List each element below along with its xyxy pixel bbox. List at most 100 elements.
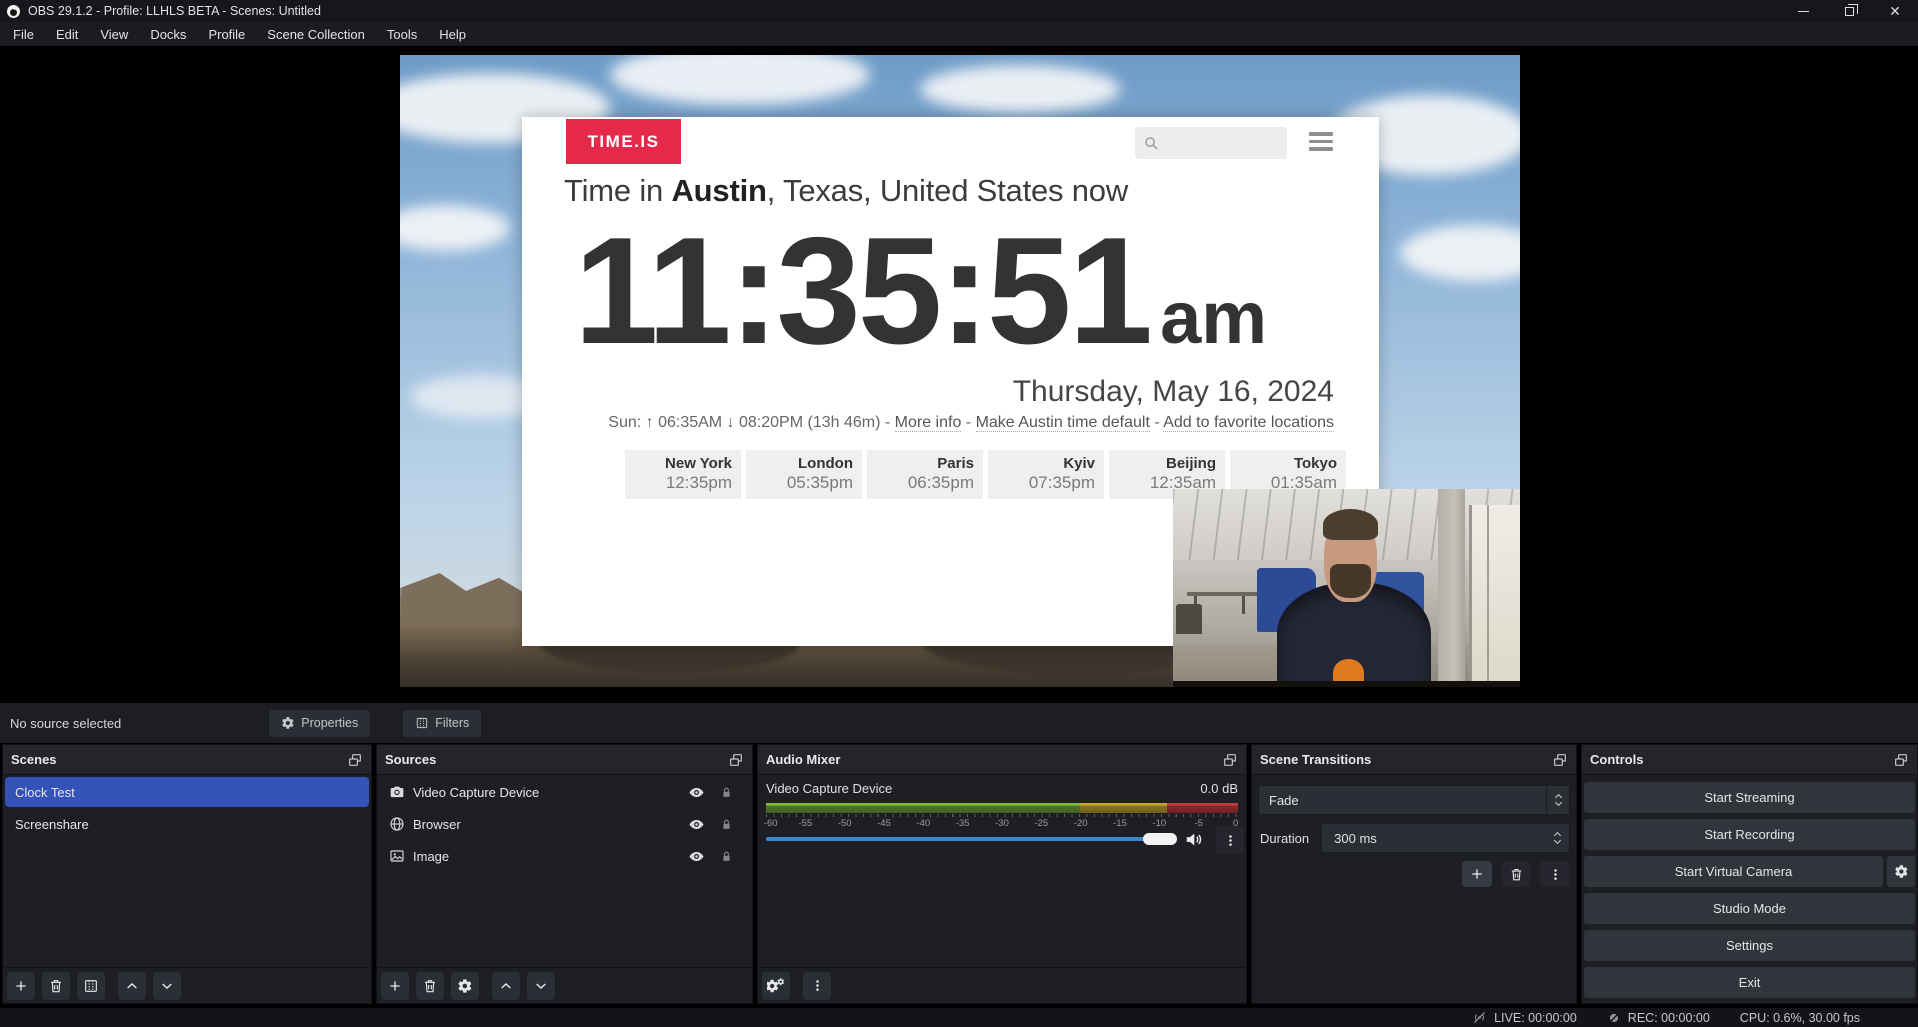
move-scene-up-button[interactable] xyxy=(118,972,146,1000)
transition-select[interactable]: Fade xyxy=(1258,785,1570,815)
hamburger-menu-icon[interactable] xyxy=(1309,132,1333,151)
popout-icon[interactable] xyxy=(728,752,744,768)
lock-icon[interactable] xyxy=(719,817,734,832)
duration-spinner[interactable] xyxy=(1546,824,1569,852)
start-streaming-button[interactable]: Start Streaming xyxy=(1584,782,1915,813)
move-scene-down-button[interactable] xyxy=(153,972,181,1000)
source-properties-button[interactable] xyxy=(451,972,479,1000)
visibility-eye-icon[interactable] xyxy=(688,784,705,801)
make-default-link[interactable]: Make Austin time default xyxy=(976,414,1150,432)
start-recording-button[interactable]: Start Recording xyxy=(1584,819,1915,850)
city-tile-new-york[interactable]: New York12:35pm xyxy=(625,450,741,499)
city-tile-paris[interactable]: Paris06:35pm xyxy=(867,450,983,499)
popout-icon[interactable] xyxy=(1222,752,1238,768)
volume-slider-track[interactable] xyxy=(766,837,1156,841)
properties-button[interactable]: Properties xyxy=(269,710,370,737)
city-tile-london[interactable]: London05:35pm xyxy=(746,450,862,499)
preview-area: TIME.IS Time in Austin, Texas, United St… xyxy=(0,46,1918,703)
popout-icon[interactable] xyxy=(1893,752,1909,768)
add-scene-button[interactable] xyxy=(7,972,35,1000)
chevron-up-icon xyxy=(1552,830,1563,838)
menu-bar: File Edit View Docks Profile Scene Colle… xyxy=(0,22,1918,46)
city-name: Austin xyxy=(672,173,767,208)
gear-icon xyxy=(281,716,295,730)
scene-item-screenshare[interactable]: Screenshare xyxy=(5,809,369,839)
volume-meter xyxy=(766,803,1238,813)
selection-status: No source selected xyxy=(10,716,121,731)
studio-mode-button[interactable]: Studio Mode xyxy=(1584,893,1915,924)
chevron-up-icon xyxy=(498,978,514,994)
double-gear-icon xyxy=(767,977,785,995)
mixer-channel-name: Video Capture Device xyxy=(766,781,892,796)
scenes-title: Scenes xyxy=(11,752,57,767)
sources-panel: Sources Video Capture Device Browser xyxy=(376,744,753,1004)
minimize-button[interactable] xyxy=(1780,0,1826,22)
mixer-channel-menu-button[interactable] xyxy=(1216,826,1244,854)
remove-source-button[interactable] xyxy=(416,972,444,1000)
duration-input[interactable]: 300 ms xyxy=(1321,823,1570,853)
source-item-browser[interactable]: Browser xyxy=(379,809,750,839)
controls-body: Start Streaming Start Recording Start Vi… xyxy=(1582,775,1917,1003)
timeis-search-box[interactable] xyxy=(1135,127,1287,159)
remove-scene-button[interactable] xyxy=(42,972,70,1000)
menu-scene-collection[interactable]: Scene Collection xyxy=(256,22,376,46)
close-button[interactable]: ✕ xyxy=(1872,0,1918,22)
move-source-up-button[interactable] xyxy=(492,972,520,1000)
cpu-status: CPU: 0.6%, 30.00 fps xyxy=(1740,1011,1860,1025)
settings-button[interactable]: Settings xyxy=(1584,930,1915,961)
add-transition-button[interactable] xyxy=(1462,861,1492,887)
filters-button[interactable]: Filters xyxy=(403,710,481,737)
mixer-level-db: 0.0 dB xyxy=(1200,781,1238,796)
webcam-overlay[interactable] xyxy=(1173,489,1520,687)
transition-properties-button[interactable] xyxy=(1540,861,1570,887)
menu-help[interactable]: Help xyxy=(428,22,477,46)
window-title: OBS 29.1.2 - Profile: LLHLS BETA - Scene… xyxy=(28,4,321,18)
restore-button[interactable] xyxy=(1826,0,1872,22)
move-source-down-button[interactable] xyxy=(527,972,555,1000)
mixer-menu-button[interactable] xyxy=(803,972,831,1000)
scenes-toolbar xyxy=(3,967,371,1003)
menu-view[interactable]: View xyxy=(89,22,139,46)
camera-icon xyxy=(389,784,405,800)
start-virtual-camera-button[interactable]: Start Virtual Camera xyxy=(1584,856,1883,887)
add-source-button[interactable] xyxy=(381,972,409,1000)
source-item-video-capture[interactable]: Video Capture Device xyxy=(379,777,750,807)
controls-title: Controls xyxy=(1590,752,1643,767)
city-tile-kyiv[interactable]: Kyiv07:35pm xyxy=(988,450,1104,499)
scene-item-clock-test[interactable]: Clock Test xyxy=(5,777,369,807)
virtual-camera-config-button[interactable] xyxy=(1887,856,1915,887)
chevron-up-icon xyxy=(1553,792,1564,800)
audio-mixer-panel: Audio Mixer Video Capture Device 0.0 dB … xyxy=(757,744,1247,1004)
add-favorite-link[interactable]: Add to favorite locations xyxy=(1163,414,1334,432)
popout-icon[interactable] xyxy=(1552,752,1568,768)
speaker-icon[interactable] xyxy=(1184,830,1203,849)
select-spinner[interactable] xyxy=(1546,786,1569,814)
scenes-list: Clock Test Screenshare xyxy=(3,775,371,967)
sources-toolbar xyxy=(377,967,752,1003)
source-item-image[interactable]: Image xyxy=(379,841,750,871)
advanced-audio-button[interactable] xyxy=(762,972,790,1000)
menu-tools[interactable]: Tools xyxy=(376,22,428,46)
popout-icon[interactable] xyxy=(347,752,363,768)
preview-canvas[interactable]: TIME.IS Time in Austin, Texas, United St… xyxy=(400,55,1520,687)
menu-edit[interactable]: Edit xyxy=(45,22,89,46)
timeis-logo[interactable]: TIME.IS xyxy=(566,119,681,164)
exit-button[interactable]: Exit xyxy=(1584,967,1915,998)
visibility-eye-icon[interactable] xyxy=(688,816,705,833)
chevron-up-icon xyxy=(124,978,140,994)
lock-icon[interactable] xyxy=(719,849,734,864)
lock-icon[interactable] xyxy=(719,785,734,800)
sources-title: Sources xyxy=(385,752,436,767)
menu-docks[interactable]: Docks xyxy=(139,22,197,46)
menu-profile[interactable]: Profile xyxy=(197,22,256,46)
more-info-link[interactable]: More info xyxy=(895,414,962,432)
webcam-person-hair xyxy=(1323,509,1379,541)
scene-filters-button[interactable] xyxy=(77,972,105,1000)
controls-panel: Controls Start Streaming Start Recording… xyxy=(1581,744,1918,1004)
menu-file[interactable]: File xyxy=(2,22,45,46)
volume-slider-handle[interactable] xyxy=(1143,833,1177,845)
visibility-eye-icon[interactable] xyxy=(688,848,705,865)
source-selection-bar: No source selected Properties Filters xyxy=(0,703,1918,743)
minimize-icon xyxy=(1798,11,1809,12)
remove-transition-button[interactable] xyxy=(1501,861,1531,887)
